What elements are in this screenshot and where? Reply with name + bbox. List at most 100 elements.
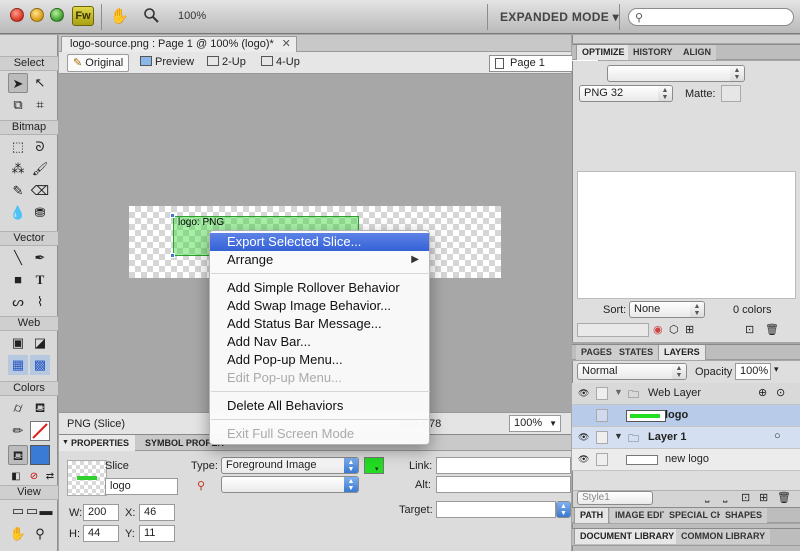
slice-type-select[interactable]: Foreground Image ▲ ▼ bbox=[221, 457, 359, 474]
menu-item-export-selected-slice[interactable]: Export Selected Slice... bbox=[210, 233, 429, 251]
lasso-tool-icon[interactable]: ᘐ bbox=[30, 137, 50, 157]
tab-layers[interactable]: LAYERS bbox=[658, 345, 706, 360]
tab-common-library[interactable]: COMMON LIBRARY bbox=[676, 529, 771, 544]
matte-swatch[interactable] bbox=[721, 85, 741, 102]
zoom-select[interactable]: 100% ▼ bbox=[509, 415, 561, 432]
menu-item-add-simple-rollover[interactable]: Add Simple Rollover Behavior bbox=[210, 279, 429, 297]
2up-view-button[interactable]: 2-Up bbox=[202, 54, 251, 72]
window-zoom-button[interactable] bbox=[50, 8, 64, 22]
slice-options-icon[interactable]: ⚲ bbox=[197, 479, 205, 492]
show-slices-icon[interactable]: ▩ bbox=[30, 355, 50, 375]
link-field[interactable] bbox=[436, 457, 571, 474]
width-field[interactable]: 200 bbox=[83, 504, 119, 521]
tab-optimize[interactable]: OPTIMIZE bbox=[576, 45, 631, 60]
lock-toggle[interactable] bbox=[596, 453, 608, 466]
menu-item-add-swap-image[interactable]: Add Swap Image Behavior... bbox=[210, 297, 429, 315]
marquee-tool-icon[interactable]: ⬚ bbox=[8, 137, 28, 157]
share-layer-icon[interactable]: ⎵ bbox=[705, 491, 709, 504]
rectangle-tool-icon[interactable]: ■ bbox=[8, 270, 28, 290]
eraser-tool-icon[interactable]: ⌫ bbox=[30, 181, 50, 201]
expand-icon[interactable]: ▼ bbox=[614, 431, 623, 441]
close-icon[interactable]: ✕ bbox=[282, 37, 291, 52]
transparent-icon[interactable]: ⬡ bbox=[669, 323, 679, 336]
menu-item-add-nav-bar[interactable]: Add Nav Bar... bbox=[210, 333, 429, 351]
layer-row-web-layer[interactable]: 👁 ▼ 🗀 Web Layer ⊕ ⊙ bbox=[572, 383, 800, 405]
pointer-tool-icon[interactable]: ➤ bbox=[8, 73, 28, 93]
eye-icon[interactable]: 👁 bbox=[578, 454, 590, 464]
target-field[interactable] bbox=[436, 501, 556, 518]
full-screen-mode-icon[interactable]: ▬ bbox=[36, 501, 56, 521]
layer-row-logo[interactable]: logo bbox=[572, 405, 800, 427]
eye-icon[interactable]: 👁 bbox=[578, 388, 590, 398]
tab-special-characters[interactable]: SPECIAL CH bbox=[664, 508, 729, 523]
magic-wand-tool-icon[interactable]: ⁂ bbox=[8, 159, 28, 179]
menu-item-delete-all-behaviors[interactable]: Delete All Behaviors bbox=[210, 397, 429, 415]
pencil-tool-icon[interactable]: ✎ bbox=[8, 181, 28, 201]
trash-icon[interactable]: 🗑 bbox=[777, 491, 791, 504]
paint-bucket-tool-icon[interactable]: ⛾ bbox=[30, 398, 50, 418]
text-tool-icon[interactable]: T bbox=[30, 270, 50, 290]
new-color-icon[interactable]: ⊡ bbox=[745, 323, 754, 336]
layer-row-layer-1[interactable]: 👁 ▼ 🗀 Layer 1 ○ bbox=[572, 427, 800, 449]
style-select[interactable]: Style1 bbox=[577, 491, 653, 505]
zoom-icon[interactable] bbox=[143, 7, 159, 23]
tab-pages[interactable]: PAGES bbox=[576, 345, 617, 360]
fill-color-icon[interactable]: ⛾ bbox=[8, 445, 28, 465]
subselect-tool-icon[interactable]: ↖ bbox=[30, 73, 50, 93]
color-wheel-icon[interactable]: ◉ bbox=[653, 323, 663, 336]
trash-icon[interactable]: 🗑 bbox=[765, 323, 779, 336]
color-swatch[interactable] bbox=[364, 457, 384, 474]
tab-shapes[interactable]: SHAPES bbox=[720, 508, 768, 523]
search-input[interactable]: ⚲ bbox=[628, 8, 794, 26]
optimize-settings-select[interactable]: ▲ ▼ bbox=[607, 65, 745, 82]
pen-tool-icon[interactable]: ✒ bbox=[30, 248, 50, 268]
swap-colors-icon[interactable]: ⇄ bbox=[40, 467, 60, 487]
opacity-field[interactable]: 100% bbox=[735, 363, 771, 380]
brush-tool-icon[interactable]: 🖌 bbox=[30, 159, 50, 179]
document-tab[interactable]: logo-source.png : Page 1 @ 100% (logo)* … bbox=[61, 36, 297, 52]
menu-item-arrange[interactable]: Arrange ▶ bbox=[210, 251, 429, 269]
hand-tool-icon[interactable]: ✋ bbox=[110, 7, 129, 25]
freeform-tool-icon[interactable]: ᔕ bbox=[8, 292, 28, 312]
layer-target-icon[interactable]: ⊙ bbox=[776, 386, 785, 399]
new-bitmap-icon[interactable]: ⊞ bbox=[759, 491, 768, 504]
window-close-button[interactable] bbox=[10, 8, 24, 22]
lock-toggle[interactable] bbox=[596, 409, 608, 422]
slice-tool-icon[interactable]: ◪ bbox=[30, 333, 50, 353]
lock-toggle[interactable] bbox=[596, 431, 608, 444]
new-sublayer-icon[interactable]: ⎵ bbox=[723, 491, 727, 504]
original-view-button[interactable]: ✎ Original bbox=[67, 54, 130, 72]
tab-document-library[interactable]: DOCUMENT LIBRARY bbox=[574, 529, 681, 544]
selection-handle[interactable] bbox=[170, 253, 175, 258]
alt-field[interactable] bbox=[436, 476, 571, 493]
lock-toggle[interactable] bbox=[596, 387, 608, 400]
rubber-stamp-tool-icon[interactable]: ⛃ bbox=[30, 203, 50, 223]
hand-tool-icon[interactable]: ✋ bbox=[8, 524, 28, 544]
scale-tool-icon[interactable]: ⧉ bbox=[8, 95, 28, 115]
sort-select[interactable]: None ▲ ▼ bbox=[629, 301, 705, 318]
menu-item-add-popup-menu[interactable]: Add Pop-up Menu... bbox=[210, 351, 429, 369]
target-select[interactable]: ▲ ▼ bbox=[556, 501, 571, 518]
new-layer-icon[interactable]: ⊡ bbox=[741, 491, 750, 504]
expand-icon[interactable]: ▼ bbox=[614, 387, 623, 397]
export-format-select[interactable]: PNG 32 ▲ ▼ bbox=[579, 85, 673, 102]
eye-icon[interactable]: 👁 bbox=[578, 432, 590, 442]
stroke-color-icon[interactable]: ✏ bbox=[8, 421, 28, 441]
layer-target-icon[interactable]: ○ bbox=[774, 430, 781, 442]
tab-properties[interactable]: ▼ PROPERTIES bbox=[59, 435, 136, 451]
tab-path[interactable]: PATH bbox=[574, 508, 610, 523]
slice-name-field[interactable]: logo bbox=[105, 478, 178, 495]
layer-row-new-logo[interactable]: 👁 new logo bbox=[572, 449, 800, 471]
color-filter-field[interactable] bbox=[577, 323, 649, 337]
blur-tool-icon[interactable]: 💧 bbox=[8, 203, 28, 223]
zoom-level[interactable]: 100% bbox=[178, 10, 206, 22]
line-tool-icon[interactable]: ╲ bbox=[8, 248, 28, 268]
default-colors-icon[interactable]: ◧ bbox=[6, 467, 26, 487]
window-minimize-button[interactable] bbox=[30, 8, 44, 22]
zoom-tool-icon[interactable]: ⚲ bbox=[30, 524, 50, 544]
hotspot-tool-icon[interactable]: ▣ bbox=[8, 333, 28, 353]
workspace-mode-menu[interactable]: EXPANDED MODE ▾ bbox=[500, 10, 619, 24]
preview-view-button[interactable]: Preview bbox=[135, 54, 199, 72]
stroke-color-swatch[interactable] bbox=[30, 421, 50, 441]
blend-mode-select[interactable]: Normal ▲ ▼ bbox=[577, 363, 687, 380]
